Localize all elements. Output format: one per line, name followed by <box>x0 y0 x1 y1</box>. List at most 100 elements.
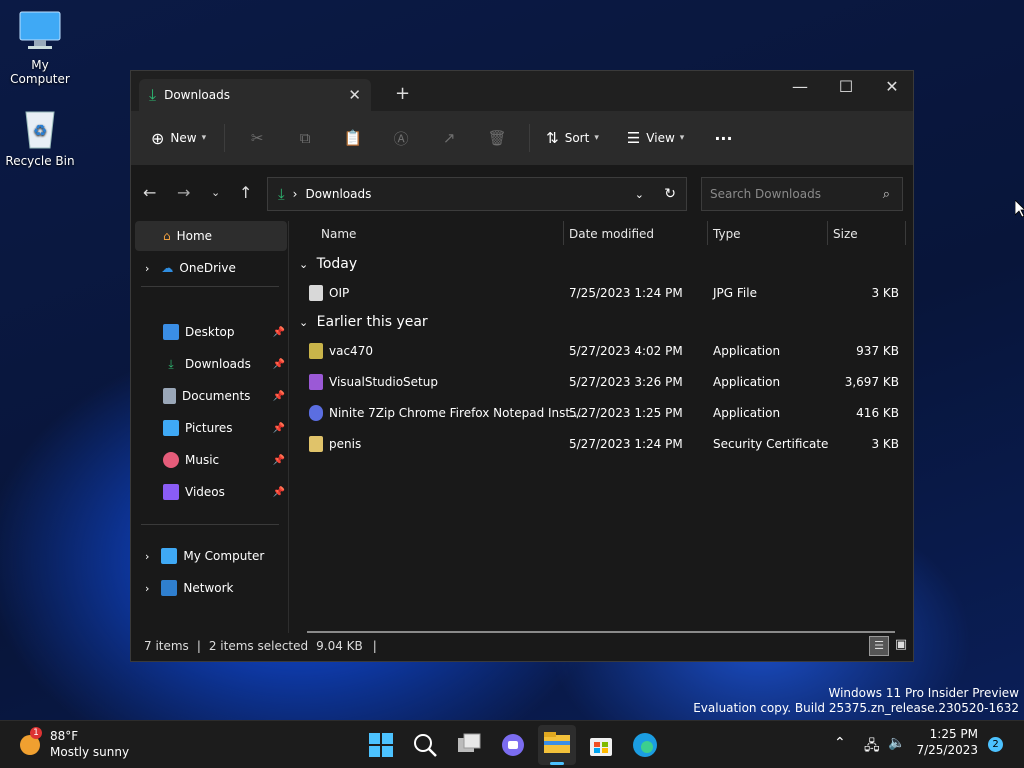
pin-icon[interactable]: 📌 <box>273 391 285 402</box>
column-separator[interactable] <box>827 221 828 245</box>
pin-icon[interactable]: 📌 <box>273 487 285 498</box>
chevron-right-icon[interactable]: › <box>145 582 149 595</box>
sidebar-item-label: Pictures <box>185 421 233 435</box>
back-button[interactable]: ← <box>143 183 156 202</box>
group-header-earlier[interactable]: ⌄ Earlier this year <box>299 314 428 330</box>
chevron-right-icon[interactable]: › <box>145 262 149 275</box>
chevron-down-icon[interactable]: ⌄ <box>299 258 308 271</box>
chevron-right-icon[interactable]: › <box>145 550 149 563</box>
new-label: New <box>170 131 197 145</box>
network-status-icon[interactable]: 🖧 <box>864 735 880 759</box>
sidebar-item-label: Network <box>183 581 234 595</box>
sidebar-item-videos[interactable]: Videos 📌 <box>135 477 287 507</box>
download-icon: ⤓ <box>278 185 285 203</box>
application-icon <box>309 343 323 359</box>
close-button[interactable]: ✕ <box>869 77 915 96</box>
show-hidden-icons-button[interactable]: ⌃ <box>834 735 846 751</box>
sort-button[interactable]: ⇅ Sort ▾ <box>546 129 599 147</box>
sidebar-item-label: OneDrive <box>179 261 236 275</box>
sidebar-item-music[interactable]: Music 📌 <box>135 445 287 475</box>
file-size: 3,697 KB <box>844 375 899 389</box>
large-icons-view-icon[interactable]: ▣ <box>891 636 911 656</box>
column-separator[interactable] <box>563 221 564 245</box>
clock[interactable]: 1:25 PM 7/25/2023 <box>912 727 978 757</box>
sidebar-item-documents[interactable]: Documents 📌 <box>135 381 287 411</box>
recent-locations-button[interactable]: ⌄ <box>211 186 220 199</box>
task-view-icon[interactable] <box>455 731 483 759</box>
table-row[interactable]: Ninite 7Zip Chrome Firefox Notepad Inst.… <box>291 401 915 427</box>
file-name: VisualStudioSetup <box>329 375 438 389</box>
tab-close-button[interactable]: ✕ <box>348 86 361 104</box>
desktop-icon-my-computer[interactable]: My Computer <box>0 10 80 86</box>
column-header-type[interactable]: Type <box>713 227 741 241</box>
new-tab-button[interactable]: + <box>395 83 410 104</box>
refresh-icon[interactable]: ↻ <box>664 186 676 202</box>
tab-downloads[interactable]: ⤓ Downloads ✕ <box>139 79 371 111</box>
minimize-button[interactable]: — <box>777 77 823 96</box>
edge-browser-icon[interactable] <box>631 731 659 759</box>
more-options-button[interactable]: ··· <box>714 129 732 148</box>
column-separator[interactable] <box>707 221 708 245</box>
teams-chat-icon[interactable] <box>499 731 527 759</box>
weather-temperature: 88°F <box>50 729 79 743</box>
maximize-button[interactable]: ☐ <box>823 77 869 96</box>
recycle-bin-icon: ♻ <box>18 106 62 150</box>
file-name: OIP <box>329 286 350 300</box>
delete-icon[interactable]: 🗑 <box>473 129 521 147</box>
file-type: Application <box>713 406 781 420</box>
sidebar-item-label: My Computer <box>183 549 265 563</box>
new-button[interactable]: ⊕ New ▾ <box>151 129 206 148</box>
weather-badge: 1 <box>30 727 42 739</box>
column-header-name[interactable]: Name <box>321 227 356 241</box>
pin-icon[interactable]: 📌 <box>273 327 285 338</box>
sidebar-item-home[interactable]: ⌂ Home <box>135 221 287 251</box>
view-button[interactable]: ☰ View ▾ <box>627 129 684 147</box>
volume-icon[interactable]: 🔈 <box>888 735 905 751</box>
desktop-icon-label: Recycle Bin <box>5 154 75 168</box>
column-header-date[interactable]: Date modified <box>569 227 654 241</box>
sidebar-item-desktop[interactable]: Desktop 📌 <box>135 317 287 347</box>
share-icon[interactable]: ↗ <box>425 129 473 147</box>
rename-icon[interactable]: Ⓐ <box>377 128 425 149</box>
monitor-icon <box>161 548 178 564</box>
forward-button[interactable]: → <box>177 183 190 202</box>
sidebar-item-onedrive[interactable]: › ☁ OneDrive <box>135 253 287 283</box>
sidebar-item-label: Downloads <box>185 357 251 371</box>
file-explorer-icon[interactable] <box>538 725 576 765</box>
up-button[interactable]: ↑ <box>239 183 252 202</box>
sidebar-item-my-computer[interactable]: › My Computer <box>135 541 287 571</box>
column-header-size[interactable]: Size <box>833 227 858 241</box>
pin-icon[interactable]: 📌 <box>273 455 285 466</box>
pin-icon[interactable]: 📌 <box>273 359 285 370</box>
search-icon[interactable] <box>411 731 439 759</box>
paste-icon[interactable]: 📋 <box>329 129 377 147</box>
chevron-down-icon[interactable]: ⌄ <box>635 188 644 201</box>
start-icon[interactable] <box>367 731 395 759</box>
sidebar-item-pictures[interactable]: Pictures 📌 <box>135 413 287 443</box>
sidebar-item-network[interactable]: › Network <box>135 573 287 603</box>
visual-studio-icon <box>309 374 323 390</box>
divider <box>141 286 279 287</box>
address-bar[interactable]: ⤓ › Downloads ⌄ ↻ <box>267 177 687 211</box>
pin-icon[interactable]: 📌 <box>273 423 285 434</box>
copy-icon[interactable]: ⧉ <box>281 129 329 147</box>
chevron-down-icon: ▾ <box>679 133 685 143</box>
details-view-icon[interactable]: ☰ <box>869 636 889 656</box>
breadcrumb[interactable]: Downloads <box>305 187 371 201</box>
file-type: Security Certificate <box>713 437 829 451</box>
chevron-down-icon[interactable]: ⌄ <box>299 316 308 329</box>
notification-badge[interactable]: 2 <box>988 737 1003 752</box>
table-row[interactable]: OIP 7/25/2023 1:24 PM JPG File 3 KB <box>291 281 915 307</box>
table-row[interactable]: penis 5/27/2023 1:24 PM Security Certifi… <box>291 432 915 458</box>
search-input[interactable]: Search Downloads ⌕ <box>701 177 903 211</box>
table-row[interactable]: VisualStudioSetup 5/27/2023 3:26 PM Appl… <box>291 370 915 396</box>
microsoft-store-icon[interactable] <box>587 731 615 759</box>
item-count: 7 items <box>144 639 189 653</box>
sidebar-item-downloads[interactable]: ⤓ Downloads 📌 <box>135 349 287 379</box>
group-header-today[interactable]: ⌄ Today <box>299 256 357 272</box>
cut-icon[interactable]: ✂ <box>233 129 281 147</box>
weather-widget[interactable]: 1 88°F Mostly sunny <box>18 727 138 763</box>
desktop-icon-recycle-bin[interactable]: ♻ Recycle Bin <box>0 106 80 168</box>
column-separator[interactable] <box>905 221 906 245</box>
table-row[interactable]: vac470 5/27/2023 4:02 PM Application 937… <box>291 339 915 365</box>
